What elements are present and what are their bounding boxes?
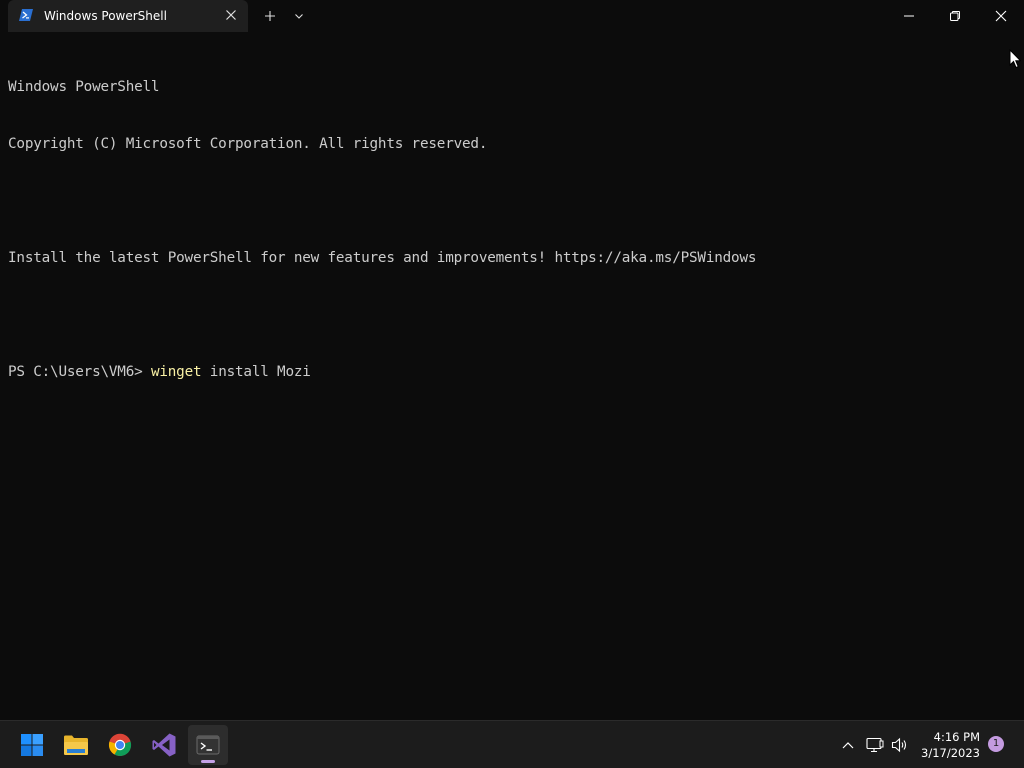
command-text: winget: [150, 364, 202, 380]
minimize-button[interactable]: [886, 0, 932, 32]
plus-icon: [265, 11, 275, 21]
title-bar[interactable]: Windows PowerShell: [0, 0, 1024, 32]
terminal-line: Install the latest PowerShell for new fe…: [8, 250, 757, 266]
clock[interactable]: 4:16 PM 3/17/2023: [910, 729, 980, 761]
active-app-indicator: [201, 760, 215, 763]
restore-icon: [950, 11, 960, 21]
taskbar-file-explorer[interactable]: [56, 725, 96, 765]
close-button[interactable]: [978, 0, 1024, 32]
taskbar: 4:16 PM 3/17/2023: [0, 720, 1024, 768]
show-hidden-icons-button[interactable]: [838, 735, 858, 755]
taskbar-chrome[interactable]: [100, 725, 140, 765]
start-button[interactable]: [12, 725, 52, 765]
clock-time: 4:16 PM: [933, 730, 980, 744]
tab-dropdown-button[interactable]: [288, 0, 310, 32]
network-button[interactable]: [865, 735, 885, 755]
minimize-icon: [904, 15, 914, 17]
visual-studio-icon: [152, 733, 176, 757]
prompt-text: PS C:\Users\VM6>: [8, 364, 151, 380]
terminal-line: Windows PowerShell: [8, 79, 160, 95]
taskbar-visual-studio[interactable]: [144, 725, 184, 765]
restore-button[interactable]: [932, 0, 978, 32]
file-explorer-icon: [64, 735, 88, 755]
terminal-output[interactable]: Windows PowerShell Copyright (C) Microso…: [8, 40, 1016, 420]
clock-date: 3/17/2023: [921, 746, 980, 760]
chevron-up-icon: [842, 742, 854, 749]
new-tab-button[interactable]: [258, 0, 282, 32]
chrome-icon: [108, 733, 132, 757]
network-icon: [866, 737, 884, 753]
volume-icon: [891, 737, 907, 753]
prompt-line[interactable]: PS C:\Users\VM6> winget install Mozi: [8, 363, 1016, 382]
taskbar-terminal[interactable]: [188, 725, 228, 765]
powershell-icon: [19, 9, 33, 21]
start-icon: [21, 734, 43, 756]
terminal-icon: [196, 735, 220, 755]
notification-badge[interactable]: 1: [988, 736, 1004, 752]
volume-button[interactable]: [890, 735, 910, 755]
terminal-line: Copyright (C) Microsoft Corporation. All…: [8, 136, 488, 152]
command-args: install Mozi: [201, 364, 311, 380]
tab-windows-powershell[interactable]: Windows PowerShell: [8, 0, 248, 32]
tab-title: Windows PowerShell: [44, 9, 167, 23]
tab-close-icon[interactable]: [224, 8, 238, 22]
terminal-window: Windows PowerShell Windows PowerShell Co…: [0, 0, 1024, 720]
close-icon: [995, 10, 1007, 22]
mouse-pointer-icon: [1009, 49, 1021, 69]
chevron-down-icon: [295, 14, 303, 19]
